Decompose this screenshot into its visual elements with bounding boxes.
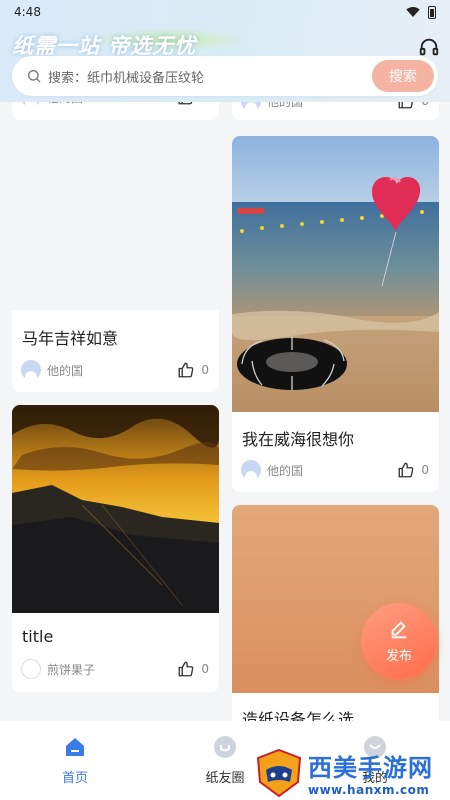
watermark: 西美手游网 www.hanxm.com bbox=[254, 745, 450, 800]
search-button[interactable]: 搜索 bbox=[372, 60, 434, 92]
avatar bbox=[21, 659, 41, 679]
nav-item-home[interactable]: 首页 bbox=[0, 721, 150, 800]
avatar bbox=[241, 460, 261, 480]
like-count: 0 bbox=[421, 463, 429, 477]
circle-icon bbox=[214, 736, 236, 758]
card-title: 马年吉祥如意 bbox=[22, 329, 119, 348]
gamepad-logo-icon bbox=[256, 748, 302, 797]
author-name: 他的国 bbox=[47, 363, 84, 378]
thumbs-up-icon bbox=[178, 362, 194, 378]
card-title: 我在威海很想你 bbox=[242, 430, 355, 449]
publish-label: 发布 bbox=[385, 648, 412, 664]
nav-label: 首页 bbox=[61, 771, 88, 786]
author-name: 煎饼果子 bbox=[47, 662, 96, 677]
card-meta: 他的国 0 bbox=[241, 459, 429, 481]
like-count: 0 bbox=[201, 662, 209, 676]
watermark-url: www.hanxm.com bbox=[308, 783, 430, 797]
thumbs-up-icon bbox=[178, 661, 194, 677]
avatar bbox=[21, 360, 41, 380]
battery-icon bbox=[428, 5, 436, 19]
watermark-title: 西美手游网 bbox=[308, 754, 433, 782]
search-bar[interactable]: 搜索：纸巾机械设备压纹轮 搜索 bbox=[12, 56, 438, 96]
feed: 他的国 0 他的国 0 马年吉祥如意 他的国 0 bbox=[0, 0, 450, 800]
status-icons bbox=[406, 5, 436, 19]
watermark-text: 西美手游网 www.hanxm.com bbox=[308, 748, 433, 797]
card-image-placeholder bbox=[12, 134, 219, 310]
nav-label: 纸友圈 bbox=[205, 771, 245, 786]
wifi-icon bbox=[406, 7, 420, 17]
sunset-photo bbox=[12, 405, 219, 613]
thumbs-up-icon bbox=[398, 462, 414, 478]
beach-photo bbox=[232, 136, 439, 412]
post-card[interactable]: 我在威海很想你 他的国 0 bbox=[232, 136, 439, 492]
post-card[interactable]: 马年吉祥如意 他的国 0 bbox=[12, 134, 219, 392]
card-meta: 他的国 0 bbox=[21, 359, 209, 381]
pen-icon bbox=[391, 620, 407, 638]
like-count: 0 bbox=[201, 363, 209, 377]
publish-button[interactable]: 发布 bbox=[361, 603, 437, 679]
status-time: 4:48 bbox=[14, 5, 41, 19]
search-input[interactable]: 搜索：纸巾机械设备压纹轮 bbox=[48, 67, 372, 86]
search-icon bbox=[28, 70, 41, 83]
post-card[interactable]: title 煎饼果子 0 bbox=[12, 405, 219, 692]
like-button[interactable]: 0 bbox=[397, 461, 429, 479]
card-title: title bbox=[22, 627, 54, 646]
status-bar: 4:48 bbox=[0, 0, 450, 24]
author-name: 他的国 bbox=[267, 463, 304, 478]
like-button[interactable]: 0 bbox=[177, 361, 209, 379]
like-button[interactable]: 0 bbox=[177, 660, 209, 678]
home-icon bbox=[66, 738, 84, 756]
headset-icon[interactable] bbox=[418, 36, 440, 58]
card-meta: 煎饼果子 0 bbox=[21, 658, 209, 680]
